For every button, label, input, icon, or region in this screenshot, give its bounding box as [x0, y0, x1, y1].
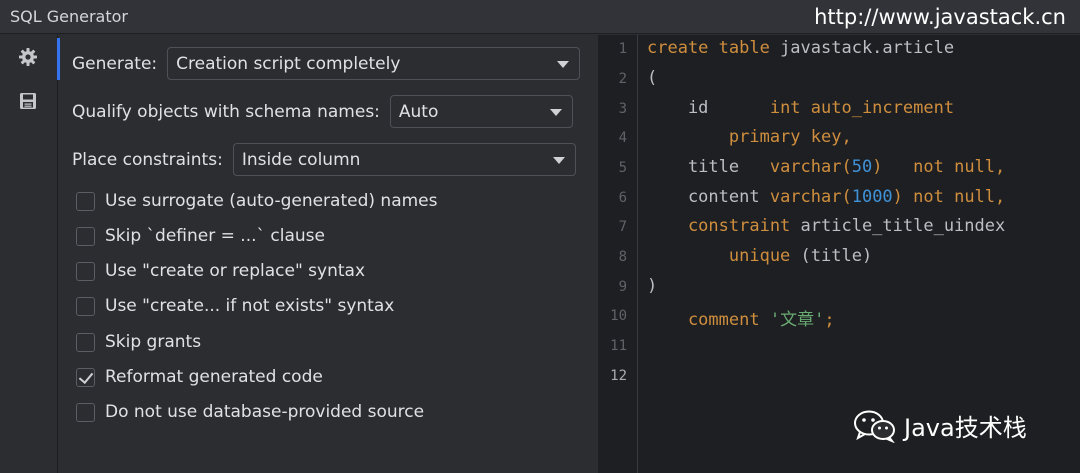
window-title: SQL Generator: [10, 7, 128, 26]
chevron-down-icon: [552, 157, 565, 164]
code-line-1: create table javastack.article: [647, 38, 955, 58]
settings-panel: Generate: Creation script completely Qua…: [60, 35, 598, 473]
option-surrogate-names[interactable]: Use surrogate (auto-generated) names: [76, 189, 438, 213]
code-line-5: title varchar(50) not null,: [647, 157, 1006, 177]
option-no-db-source[interactable]: Do not use database-provided source: [76, 400, 424, 424]
code-line-8: unique (title): [647, 246, 873, 266]
line-number-current: 12: [610, 368, 627, 384]
code-line-9: ): [647, 276, 658, 296]
constraints-row: Place constraints: Inside column: [72, 143, 576, 176]
constraints-dropdown[interactable]: Inside column: [232, 143, 576, 176]
code-line-7: constraint article_title_uindex: [647, 216, 1006, 236]
code-line-6: content varchar(1000) not null,: [647, 187, 1006, 207]
qualify-row: Qualify objects with schema names: Auto: [72, 95, 573, 128]
wechat-icon: [854, 410, 895, 443]
option-if-not-exists[interactable]: Use "create... if not exists" syntax: [76, 294, 394, 318]
chevron-down-icon: [549, 109, 562, 116]
save-icon[interactable]: [14, 87, 42, 115]
code-line-4: primary key,: [647, 127, 852, 147]
qualify-label: Qualify objects with schema names:: [72, 101, 380, 122]
line-number: 6: [618, 190, 627, 206]
constraints-value: Inside column: [241, 149, 361, 170]
line-number: 5: [618, 160, 627, 176]
checkbox-checked[interactable]: [76, 367, 95, 387]
wechat-account-name: Java技术栈: [904, 414, 1027, 442]
option-create-or-replace[interactable]: Use "create or replace" syntax: [76, 259, 365, 283]
checkbox[interactable]: [76, 402, 95, 422]
line-number: 10: [610, 308, 627, 324]
generate-dropdown[interactable]: Creation script completely: [167, 47, 581, 80]
line-number: 2: [618, 71, 627, 87]
checkbox[interactable]: [76, 261, 95, 281]
option-skip-definer[interactable]: Skip `definer = ...` clause: [76, 224, 325, 248]
line-number: 9: [618, 279, 627, 295]
qualify-value: Auto: [398, 101, 439, 122]
line-number: 8: [618, 249, 627, 265]
wechat-watermark: Java技术栈: [852, 408, 1027, 443]
chevron-down-icon: [557, 61, 570, 68]
option-skip-grants[interactable]: Skip grants: [76, 330, 201, 354]
code-line-3: id int auto_increment: [647, 98, 955, 118]
gear-icon[interactable]: [14, 43, 42, 71]
constraints-label: Place constraints:: [72, 149, 223, 170]
title-bar: SQL Generator http://www.javastack.cn: [0, 0, 1080, 34]
code-line-10: comment '文章';: [647, 310, 835, 330]
checkbox[interactable]: [76, 332, 95, 352]
checkbox[interactable]: [76, 226, 95, 246]
option-reformat-code[interactable]: Reformat generated code: [76, 365, 323, 389]
line-number: 7: [618, 219, 627, 235]
line-number: 11: [610, 338, 627, 354]
qualify-dropdown[interactable]: Auto: [389, 95, 573, 128]
line-number: 3: [618, 101, 627, 117]
tool-strip: [0, 35, 58, 473]
line-number: 1: [618, 41, 627, 57]
code-line-2: (: [647, 68, 658, 88]
generate-value: Creation script completely: [176, 53, 401, 74]
generate-row: Generate: Creation script completely: [72, 47, 581, 80]
checkbox[interactable]: [76, 191, 95, 211]
line-number-gutter: 1 2 3 4 5 6 7 8 9 10 11 12: [598, 35, 638, 473]
watermark-url: http://www.javastack.cn: [814, 5, 1066, 29]
line-number: 4: [618, 130, 627, 146]
checkbox[interactable]: [76, 296, 95, 316]
generate-label: Generate:: [72, 53, 158, 74]
